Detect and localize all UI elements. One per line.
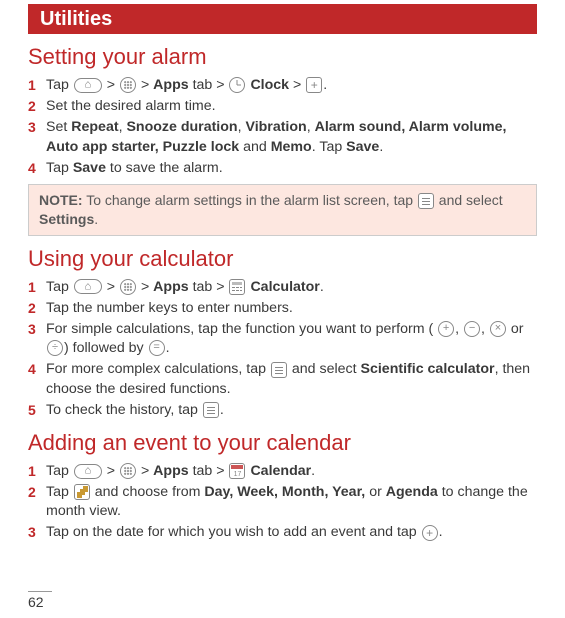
text: For more complex calculations, tap bbox=[46, 361, 270, 377]
calc-step-4: For more complex calculations, tap and s… bbox=[28, 360, 537, 398]
apps-label: Apps bbox=[153, 77, 188, 93]
text: tab > bbox=[189, 279, 229, 295]
home-icon bbox=[74, 279, 102, 294]
text: Tap bbox=[46, 160, 73, 176]
cal-step-3: Tap on the date for which you wish to ad… bbox=[28, 523, 537, 542]
divide-op-icon: ÷ bbox=[47, 340, 63, 356]
alarm-step-3: Set Repeat, Snooze duration, Vibration, … bbox=[28, 118, 537, 156]
note-label: NOTE: bbox=[39, 192, 83, 208]
note-text: To change alarm settings in the alarm li… bbox=[83, 192, 417, 208]
text: For simple calculations, tap the functio… bbox=[46, 321, 437, 337]
calculator-label: Calculator bbox=[250, 279, 319, 295]
repeat-label: Repeat bbox=[71, 119, 118, 135]
text: to save the alarm. bbox=[106, 160, 223, 176]
page-number: 62 bbox=[28, 591, 52, 610]
utilities-title-text: Utilities bbox=[40, 8, 112, 30]
text: Tap bbox=[46, 77, 73, 93]
text: , bbox=[307, 119, 315, 135]
note-text: and select bbox=[435, 192, 503, 208]
calendar-steps: Tap > > Apps tab > Calendar. Tap and cho… bbox=[28, 462, 537, 543]
cal-step-1: Tap > > Apps tab > Calendar. bbox=[28, 462, 537, 481]
clock-icon bbox=[229, 77, 245, 93]
alarm-step-1: Tap > > Apps tab > Clock > . bbox=[28, 76, 537, 95]
text: . bbox=[379, 139, 383, 155]
scientific-label: Scientific calculator bbox=[361, 361, 495, 377]
memo-label: Memo bbox=[271, 139, 312, 155]
home-icon bbox=[74, 78, 102, 93]
calc-step-5: To check the history, tap . bbox=[28, 401, 537, 420]
text: To check the history, tap bbox=[46, 402, 202, 418]
clock-label: Clock bbox=[250, 77, 289, 93]
text: . bbox=[166, 340, 170, 356]
apps-grid-icon bbox=[120, 279, 136, 295]
calendar-icon bbox=[229, 463, 245, 479]
section-title-calculator: Using your calculator bbox=[28, 246, 537, 272]
note-box: NOTE: To change alarm settings in the al… bbox=[28, 184, 537, 236]
minus-op-icon: − bbox=[464, 321, 480, 337]
snooze-label: Snooze duration bbox=[126, 119, 237, 135]
text: , bbox=[481, 321, 489, 337]
text: Tap bbox=[46, 484, 73, 500]
menu-icon bbox=[203, 402, 219, 418]
menu-icon bbox=[271, 362, 287, 378]
apps-label: Apps bbox=[153, 463, 188, 479]
plus-icon bbox=[306, 77, 322, 93]
cal-step-2: Tap and choose from Day, Week, Month, Ye… bbox=[28, 483, 537, 521]
apps-label: Apps bbox=[153, 279, 188, 295]
text: and bbox=[239, 139, 271, 155]
text: . bbox=[439, 524, 443, 540]
text: Set bbox=[46, 119, 71, 135]
apps-grid-icon bbox=[120, 77, 136, 93]
text: tab > bbox=[189, 463, 229, 479]
vibration-label: Vibration bbox=[245, 119, 306, 135]
equals-op-icon: = bbox=[149, 340, 165, 356]
text: or bbox=[507, 321, 524, 337]
home-icon bbox=[74, 464, 102, 479]
add-event-icon bbox=[422, 525, 438, 541]
alarm-step-4: Tap Save to save the alarm. bbox=[28, 159, 537, 178]
text: . Tap bbox=[312, 139, 346, 155]
text: . bbox=[320, 279, 324, 295]
text: Tap bbox=[46, 463, 73, 479]
save-label: Save bbox=[73, 160, 106, 176]
calc-step-2: Tap the number keys to enter numbers. bbox=[28, 299, 537, 318]
text: . bbox=[311, 463, 315, 479]
save-label: Save bbox=[346, 139, 379, 155]
text: Tap bbox=[46, 279, 73, 295]
apps-grid-icon bbox=[120, 463, 136, 479]
view-tabs-icon bbox=[74, 484, 90, 500]
text: , bbox=[455, 321, 463, 337]
note-end: . bbox=[94, 211, 98, 227]
menu-icon bbox=[418, 193, 434, 209]
text: Tap on the date for which you wish to ad… bbox=[46, 524, 421, 540]
text: and choose from bbox=[91, 484, 205, 500]
utilities-header: Utilities bbox=[28, 4, 537, 34]
plus-op-icon: + bbox=[438, 321, 454, 337]
agenda-label: Agenda bbox=[386, 484, 438, 500]
calculator-steps: Tap > > Apps tab > Calculator. Tap the n… bbox=[28, 278, 537, 420]
text: tab > bbox=[189, 77, 229, 93]
alarm-step-2: Set the desired alarm time. bbox=[28, 97, 537, 116]
text: and select bbox=[288, 361, 361, 377]
section-title-calendar: Adding an event to your calendar bbox=[28, 430, 537, 456]
multiply-op-icon: × bbox=[490, 321, 506, 337]
text: . bbox=[220, 402, 224, 418]
calc-step-1: Tap > > Apps tab > Calculator. bbox=[28, 278, 537, 297]
calendar-label: Calendar bbox=[250, 463, 311, 479]
page-content: Utilities Setting your alarm Tap > > App… bbox=[0, 4, 565, 543]
calculator-icon bbox=[229, 279, 245, 295]
text: > bbox=[289, 77, 305, 93]
settings-label: Settings bbox=[39, 211, 94, 227]
text: or bbox=[365, 484, 386, 500]
section-title-alarm: Setting your alarm bbox=[28, 44, 537, 70]
alarm-steps: Tap > > Apps tab > Clock > . Set the des… bbox=[28, 76, 537, 178]
text: ) followed by bbox=[64, 340, 148, 356]
view-options-label: Day, Week, Month, Year, bbox=[204, 484, 365, 500]
calc-step-3: For simple calculations, tap the functio… bbox=[28, 320, 537, 358]
